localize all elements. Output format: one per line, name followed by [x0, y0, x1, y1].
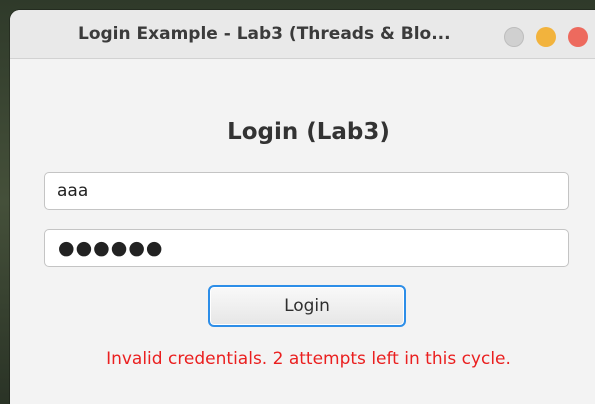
close-button[interactable]	[568, 27, 588, 47]
title-bar[interactable]: Login Example - Lab3 (Threads & Blo...	[10, 10, 595, 59]
error-message: Invalid credentials. 2 attempts left in …	[106, 349, 511, 369]
window-button-gray[interactable]	[504, 27, 524, 47]
password-input[interactable]	[44, 229, 569, 267]
login-window: Login Example - Lab3 (Threads & Blo... L…	[10, 10, 595, 404]
login-button[interactable]: Login	[208, 285, 406, 327]
window-title: Login Example - Lab3 (Threads & Blo...	[78, 24, 451, 44]
login-form: Login (Lab3) ●●●●●● Login Invalid creden…	[10, 59, 595, 404]
username-input[interactable]	[44, 172, 569, 210]
minimize-button[interactable]	[536, 27, 556, 47]
form-heading: Login (Lab3)	[227, 119, 390, 145]
